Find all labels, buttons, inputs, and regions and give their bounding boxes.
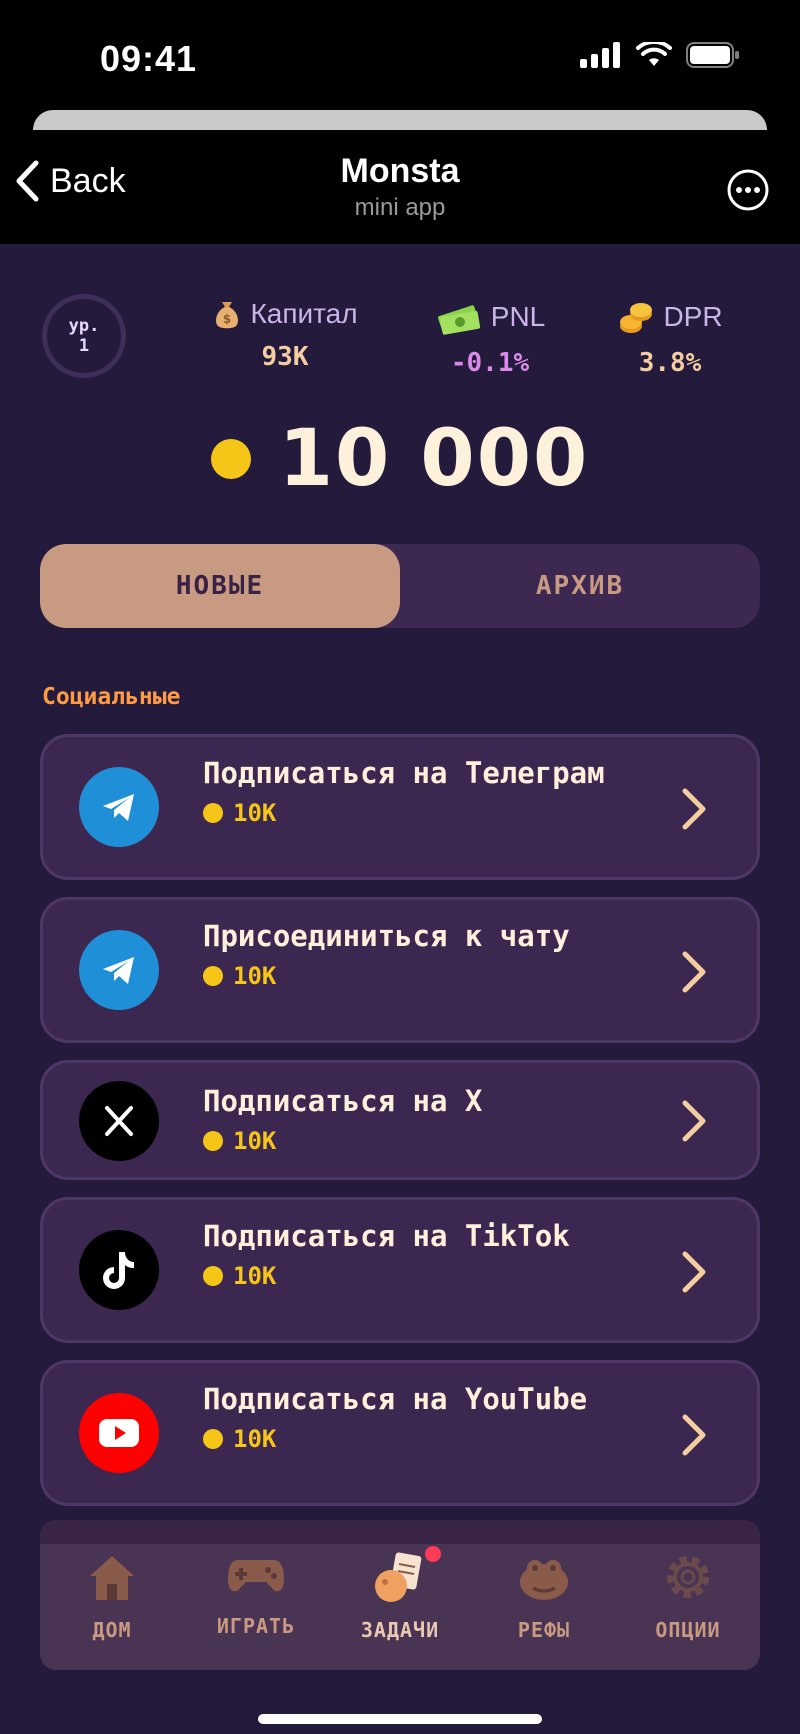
coin-icon xyxy=(210,439,251,479)
level-value: 1 xyxy=(78,336,90,356)
stat-pnl: PNL -0.1% xyxy=(430,298,550,378)
coin-icon xyxy=(203,1131,223,1151)
svg-text:$: $ xyxy=(223,312,231,326)
tab-play[interactable]: ИГРАТЬ xyxy=(191,1550,321,1642)
tab-new[interactable]: НОВЫЕ xyxy=(40,544,400,628)
chevron-right-icon xyxy=(682,1100,706,1142)
task-reward-value: 10K xyxy=(233,799,277,827)
task-reward-value: 10K xyxy=(233,962,277,990)
status-bar: 09:41 xyxy=(0,0,800,110)
stat-pnl-value: -0.1% xyxy=(450,348,530,378)
task-reward-value: 10K xyxy=(233,1127,277,1155)
task-reward: 10K xyxy=(203,962,647,990)
task-reward: 10K xyxy=(203,1425,647,1453)
task-title: Присоединиться к чату xyxy=(203,919,570,953)
house-icon xyxy=(90,1556,134,1600)
telegram-icon xyxy=(79,930,159,1010)
gamepad-icon xyxy=(228,1560,284,1592)
tab-home-label: ДОМ xyxy=(92,1618,132,1642)
friends-icon xyxy=(520,1560,568,1600)
task-reward-value: 10K xyxy=(233,1262,277,1290)
app-title: Monsta xyxy=(340,152,460,190)
stat-pnl-label: PNL xyxy=(490,301,546,332)
task-reward: 10K xyxy=(203,799,647,827)
tab-home[interactable]: ДОМ xyxy=(47,1550,177,1642)
task-item-youtube[interactable]: Подписаться на YouTube 10K xyxy=(40,1360,760,1506)
task-tabs: НОВЫЕ АРХИВ xyxy=(40,544,760,628)
youtube-icon xyxy=(79,1393,159,1473)
sheet-handle xyxy=(33,110,767,130)
tab-options[interactable]: ОПЦИИ xyxy=(623,1550,753,1642)
tab-tasks-label: ЗАДАЧИ xyxy=(360,1618,440,1642)
level-label: ур. xyxy=(68,316,100,336)
level-badge[interactable]: ур. 1 xyxy=(42,294,126,378)
coin-icon xyxy=(203,1429,223,1449)
status-time: 09:41 xyxy=(100,38,198,79)
stat-capital-label: Капитал xyxy=(250,298,358,329)
task-reward-value: 10K xyxy=(233,1425,277,1453)
gear-icon xyxy=(667,1556,709,1598)
tab-referrals[interactable]: РЕФЫ xyxy=(479,1550,609,1642)
notification-badge xyxy=(425,1546,441,1562)
stat-capital: $ Капитал 93K xyxy=(200,298,370,372)
tab-bar-edge xyxy=(40,1520,760,1544)
stat-capital-value: 93K xyxy=(261,342,309,372)
section-title-social: Социальные xyxy=(42,684,181,710)
x-icon xyxy=(79,1081,159,1161)
task-item-x[interactable]: Подписаться на X 10K xyxy=(40,1060,760,1180)
chevron-right-icon xyxy=(682,1414,706,1456)
task-item-telegram-chat[interactable]: Присоединиться к чату 10K xyxy=(40,897,760,1043)
task-list: Подписаться на Телеграм 10K Присоединить… xyxy=(40,734,760,1523)
chevron-right-icon xyxy=(682,788,706,830)
battery-icon xyxy=(686,42,739,68)
signal-icon xyxy=(580,42,620,68)
task-title: Подписаться на TikTok xyxy=(203,1219,570,1253)
stat-dpr-value: 3.8% xyxy=(638,348,702,378)
stat-dpr: DPR 3.8% xyxy=(615,298,725,378)
telegram-icon xyxy=(79,767,159,847)
tab-tasks[interactable]: ЗАДАЧИ xyxy=(335,1546,465,1642)
chevron-right-icon xyxy=(682,951,706,993)
app-content: ур. 1 $ Капитал 93K PNL -0.1% DPR 3.8% 1… xyxy=(0,244,800,1734)
tab-play-label: ИГРАТЬ xyxy=(216,1614,296,1638)
task-title: Подписаться на Телеграм xyxy=(203,756,605,790)
cash-icon xyxy=(437,305,480,335)
task-reward: 10K xyxy=(203,1262,647,1290)
status-icons xyxy=(580,42,740,68)
task-title: Подписаться на X xyxy=(203,1084,483,1118)
home-indicator xyxy=(258,1714,542,1724)
task-reward: 10K xyxy=(203,1127,647,1155)
coins-icon xyxy=(620,303,653,333)
tasks-icon xyxy=(375,1552,422,1602)
more-options-icon[interactable] xyxy=(726,168,770,212)
balance-value: 10 000 xyxy=(278,414,590,504)
task-item-telegram-channel[interactable]: Подписаться на Телеграм 10K xyxy=(40,734,760,880)
app-subtitle: mini app xyxy=(354,194,446,221)
coin-icon xyxy=(203,1266,223,1286)
money-bag-icon: $ xyxy=(216,302,239,329)
chevron-right-icon xyxy=(682,1251,706,1293)
tab-archive[interactable]: АРХИВ xyxy=(400,544,760,628)
balance: 10 000 xyxy=(0,414,800,504)
tiktok-icon xyxy=(79,1230,159,1310)
nav-bar: Back Monsta mini app xyxy=(0,130,800,244)
task-item-tiktok[interactable]: Подписаться на TikTok 10K xyxy=(40,1197,760,1343)
tab-options-label: ОПЦИИ xyxy=(655,1618,721,1642)
stat-dpr-label: DPR xyxy=(663,301,723,332)
tab-referrals-label: РЕФЫ xyxy=(517,1618,571,1642)
bottom-tab-bar: ДОМ ИГРАТЬ ЗАДАЧИ РЕФЫ ОПЦИИ xyxy=(40,1520,760,1670)
coin-icon xyxy=(203,803,223,823)
coin-icon xyxy=(203,966,223,986)
wifi-icon xyxy=(636,42,672,66)
task-title: Подписаться на YouTube xyxy=(203,1382,588,1416)
